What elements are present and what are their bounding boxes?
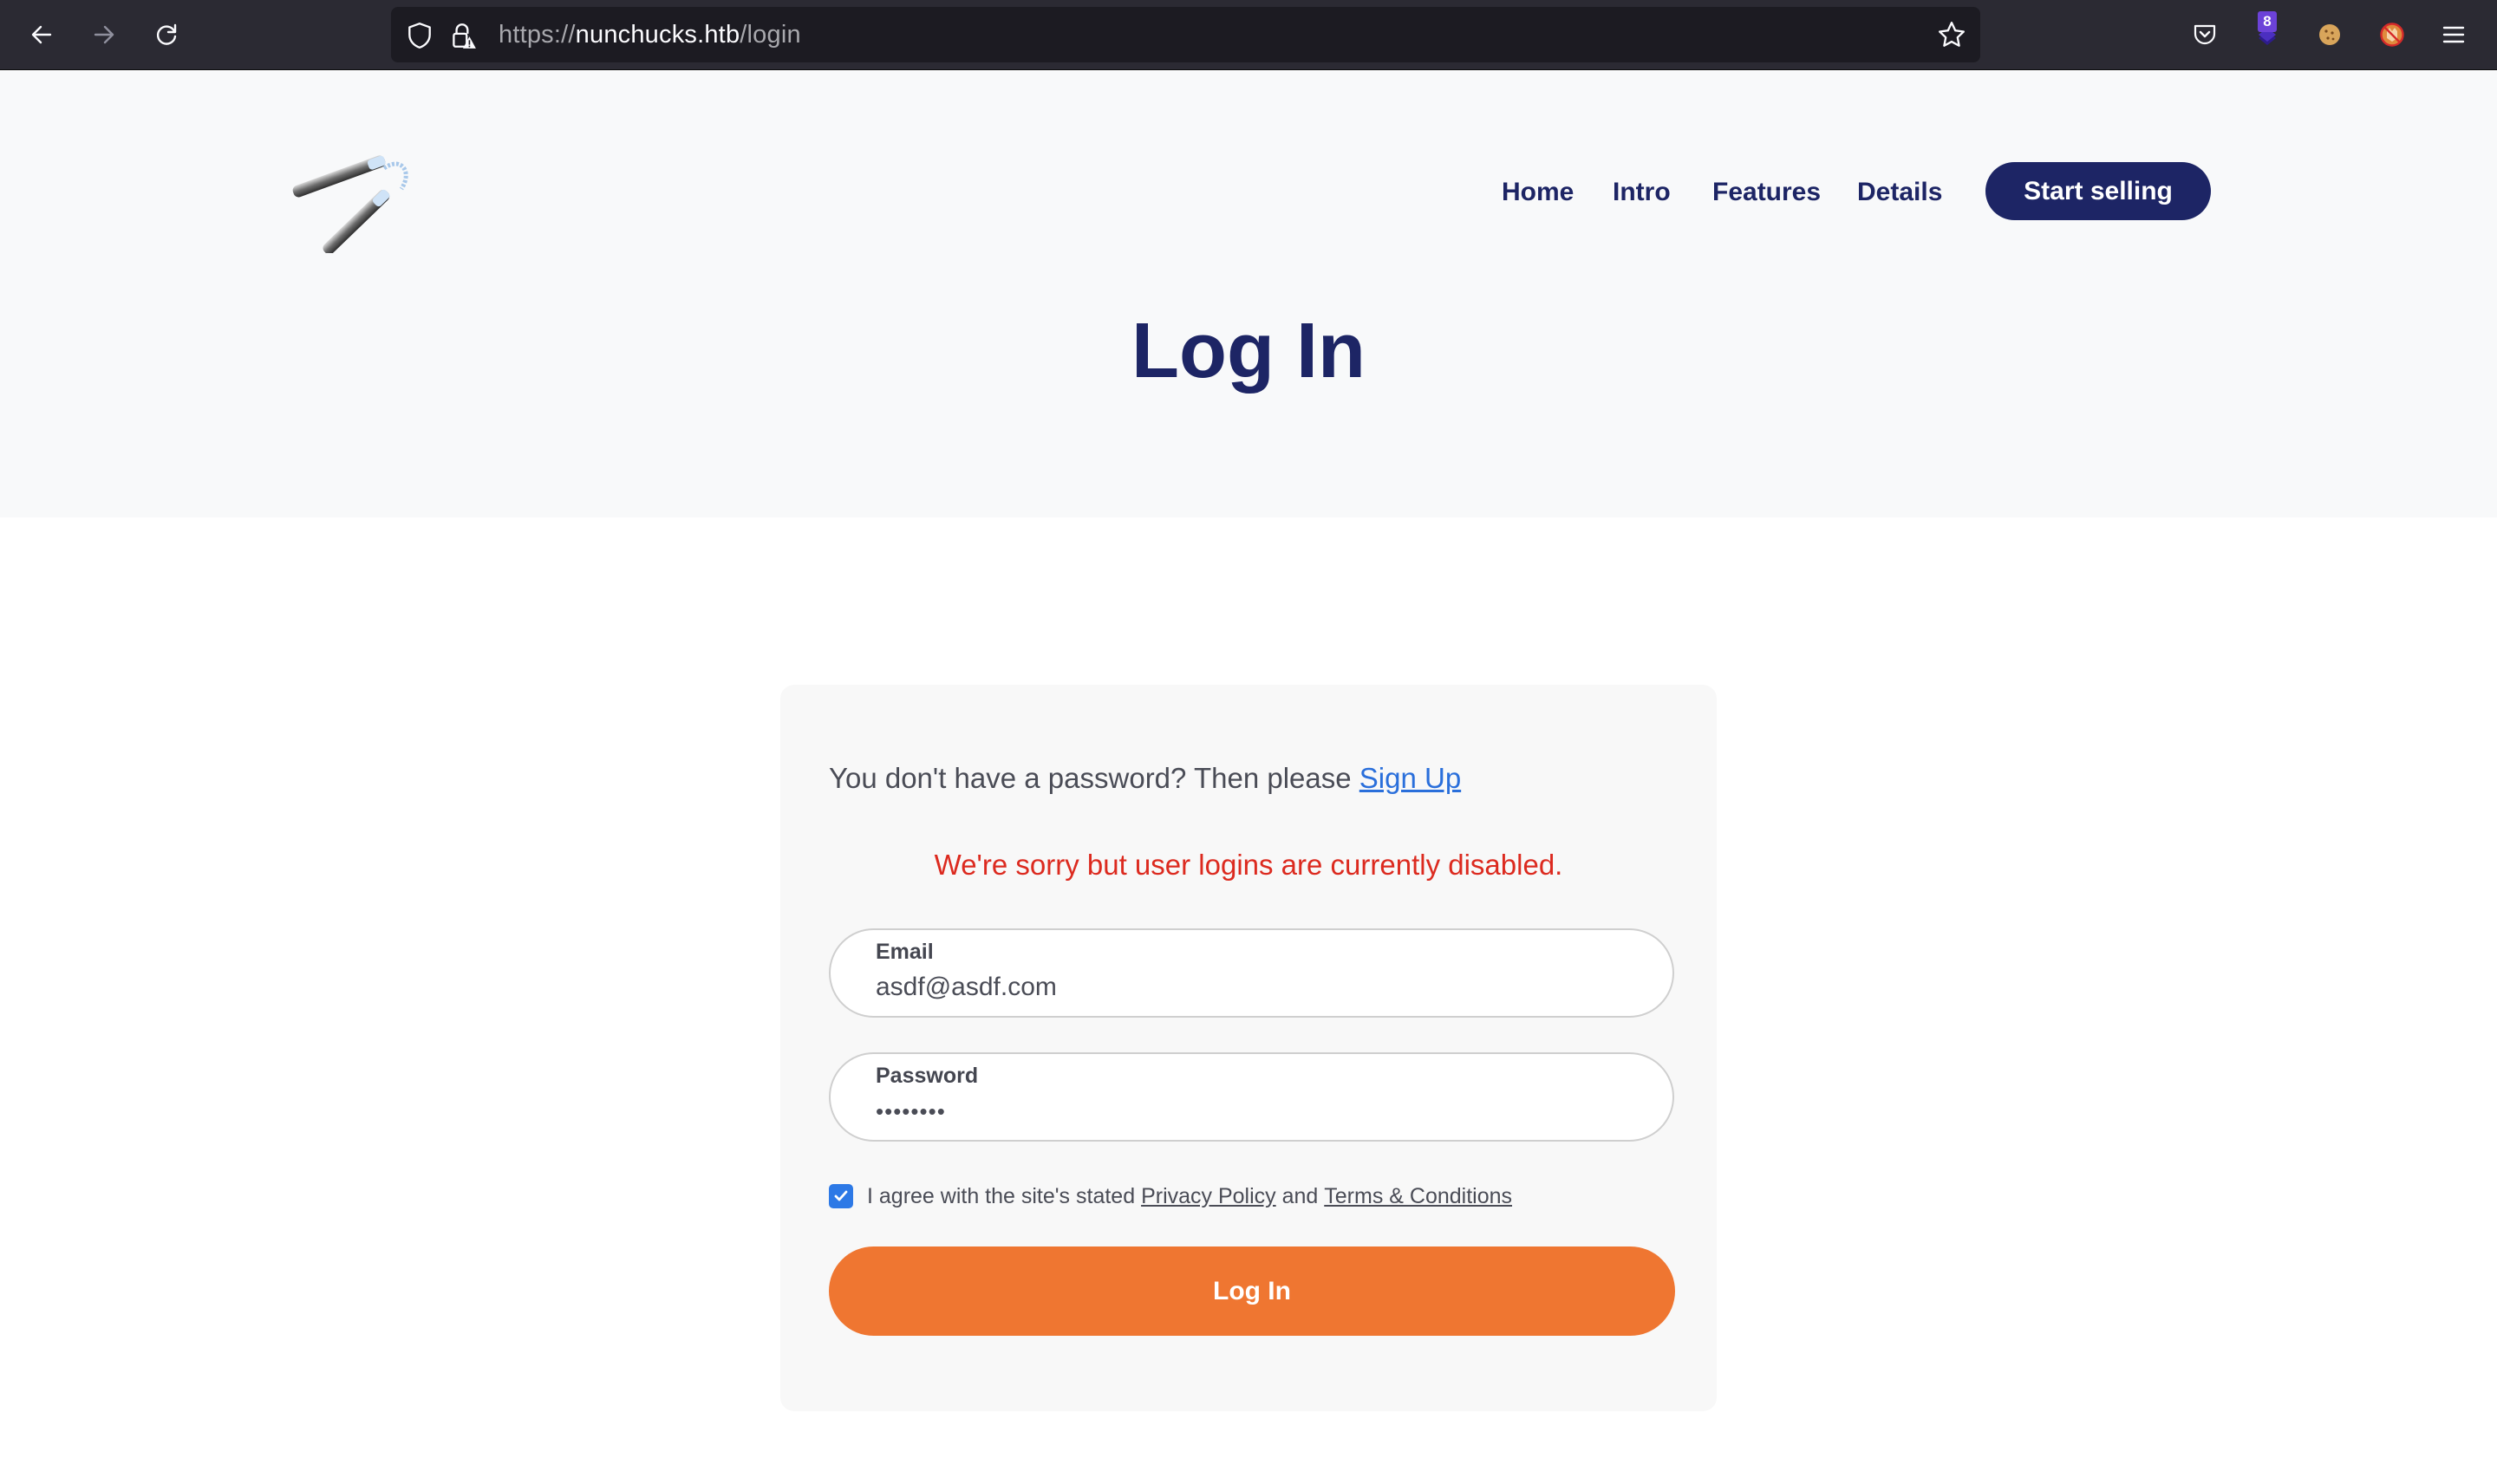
url-bar[interactable]: https://nunchucks.htb/login (391, 7, 1980, 62)
back-arrow-icon (31, 25, 52, 44)
url-host: nunchucks.htb (575, 21, 740, 49)
blocker-extension-button[interactable] (2375, 17, 2409, 52)
login-card: You don't have a password? Then please S… (780, 685, 1717, 1411)
page-header (0, 71, 2497, 517)
signup-prompt-text: You don't have a password? Then please (829, 762, 1359, 794)
agree-checkbox[interactable] (829, 1184, 853, 1208)
cookie-extension-button[interactable] (2312, 17, 2347, 52)
nav-details[interactable]: Details (1857, 172, 1942, 213)
signup-link[interactable]: Sign Up (1359, 762, 1461, 794)
reload-button[interactable] (149, 17, 184, 52)
nunchucks-logo[interactable] (284, 146, 414, 253)
pocket-button[interactable] (2187, 17, 2222, 52)
blocked-fox-icon (2380, 23, 2404, 47)
checkmark-icon (834, 1190, 848, 1201)
shield-icon[interactable] (405, 21, 434, 50)
privacy-policy-link[interactable]: Privacy Policy (1141, 1184, 1276, 1209)
app-menu-button[interactable] (2436, 17, 2471, 52)
extension-badge: 8 (2258, 11, 2277, 32)
browser-toolbar: https://nunchucks.htb/login 8 (0, 0, 2497, 70)
agree-row: I agree with the site's stated Privacy P… (829, 1179, 1512, 1214)
page-title: Log In (1131, 308, 1366, 394)
password-input[interactable]: •••••••• (876, 1094, 1621, 1129)
password-field[interactable]: Password •••••••• (829, 1052, 1674, 1142)
forward-button[interactable] (87, 17, 121, 52)
insecure-lock-icon[interactable] (448, 21, 478, 50)
start-selling-button[interactable]: Start selling (1985, 162, 2211, 220)
login-button[interactable]: Log In (829, 1246, 1675, 1336)
pocket-icon (2194, 24, 2216, 45)
nav-features[interactable]: Features (1712, 172, 1821, 213)
password-label: Password (876, 1064, 979, 1088)
email-field[interactable]: Email (829, 928, 1674, 1018)
terms-link[interactable]: Terms & Conditions (1324, 1184, 1512, 1209)
url-text[interactable]: https://nunchucks.htb/login (499, 19, 801, 50)
url-path: /login (740, 21, 801, 49)
email-input[interactable] (876, 970, 1621, 1005)
bookmark-star-icon[interactable] (1937, 20, 1966, 49)
reload-icon (156, 23, 177, 45)
hamburger-menu-icon (2442, 26, 2465, 43)
email-label: Email (876, 940, 934, 964)
agree-prefix: I agree with the site's stated (867, 1183, 1142, 1208)
back-button[interactable] (24, 17, 59, 52)
forward-arrow-icon (94, 25, 114, 44)
signup-prompt: You don't have a password? Then please S… (829, 759, 1461, 797)
nav-home[interactable]: Home (1502, 172, 1574, 213)
agree-middle: and (1275, 1183, 1325, 1208)
url-scheme: https:// (499, 21, 576, 49)
nav-intro[interactable]: Intro (1613, 172, 1671, 213)
cookie-icon (2319, 24, 2340, 45)
error-message: We're sorry but user logins are currentl… (934, 849, 1563, 881)
